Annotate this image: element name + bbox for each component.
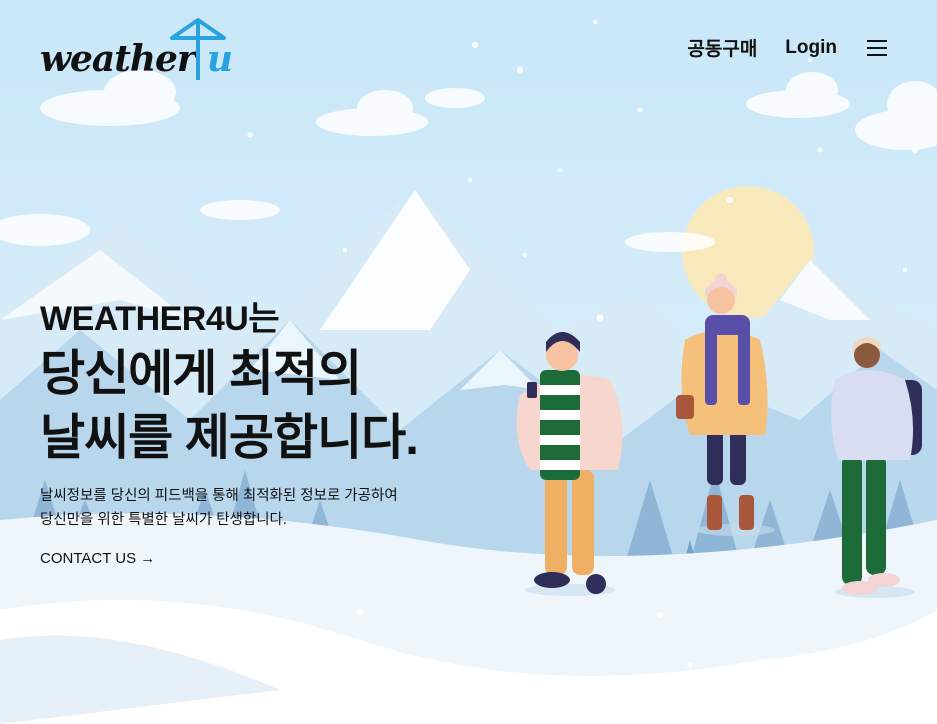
hero-headline: 당신에게 최적의 날씨를 제공합니다. — [40, 342, 500, 470]
top-nav: 공동구매 Login — [659, 34, 887, 61]
hamburger-menu-icon[interactable] — [867, 39, 887, 56]
nav-login-link[interactable]: Login — [785, 37, 837, 59]
nav-group-buy-link[interactable]: 공동구매 — [687, 34, 757, 61]
hero-section: WEATHER4U는 당신에게 최적의 날씨를 제공합니다. 날씨정보를 당신의… — [40, 298, 500, 567]
hero-eyebrow: WEATHER4U는 — [40, 300, 280, 338]
hero-desc-line1: 날씨정보를 당신의 피드백을 통해 최적화된 정보로 가공하여 — [40, 488, 398, 504]
hero-description: 날씨정보를 당신의 피드백을 통해 최적화된 정보로 가공하여 당신만을 위한 … — [40, 484, 500, 532]
header: weather u 공동구매 Login — [0, 0, 937, 90]
hero-headline-line2: 날씨를 제공합니다. — [40, 411, 419, 465]
contact-us-link[interactable]: CONTACT US → — [40, 550, 155, 567]
hero-headline-line1: 당신에게 최적의 — [40, 347, 362, 401]
umbrella-icon — [170, 18, 226, 80]
hero-desc-line2: 당신만을 위한 특별한 날씨가 탄생합니다. — [40, 512, 287, 528]
weather4u-logo[interactable]: weather u — [40, 16, 233, 86]
